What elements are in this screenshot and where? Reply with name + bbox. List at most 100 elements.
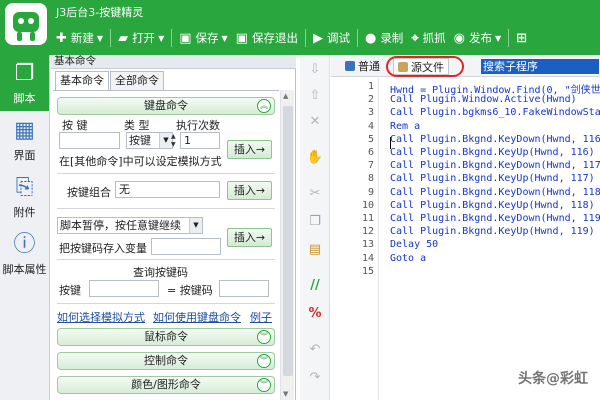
- redo-icon[interactable]: ↷: [306, 369, 324, 387]
- key-combo-input[interactable]: 无: [115, 181, 220, 198]
- code-text-area[interactable]: Hwnd = Plugin.Window.Find(0, "剑侠世界") Call…: [390, 78, 600, 400]
- color-image-commands-section[interactable]: 颜色/图形命令 ︾: [57, 376, 275, 394]
- new-button[interactable]: ✚ 新建 ▼: [52, 26, 107, 50]
- divider: [57, 208, 275, 209]
- new-label: 新建: [70, 31, 94, 45]
- save-button[interactable]: ▣ 保存 ▼: [175, 26, 231, 50]
- pause-mode-select[interactable]: 脚本暂停，按任意键继续 ▼: [57, 217, 203, 234]
- code-line[interactable]: Call Plugin.Bkgnd.KeyUp(Hwnd, 116): [390, 147, 595, 158]
- mouse-commands-section[interactable]: 鼠标命令 ︾: [57, 328, 275, 346]
- code-line[interactable]: Call Plugin.bgkms6_10.FakeWindowState(Hw…: [390, 107, 600, 118]
- line-number: 10: [361, 199, 374, 211]
- code-line[interactable]: Call Plugin.Bkgnd.KeyDown(Hwnd, 116): [390, 134, 600, 145]
- keyboard-commands-section[interactable]: 键盘命令 ︽: [57, 97, 275, 115]
- execute-count-value: 1: [184, 134, 191, 147]
- hand-icon[interactable]: ✋: [306, 149, 324, 167]
- delete-icon[interactable]: ✕: [306, 113, 324, 131]
- save-exit-button[interactable]: ▣ 保存退出: [232, 26, 302, 50]
- line-number: 5: [367, 133, 374, 145]
- divider: [57, 259, 275, 260]
- link-example[interactable]: 例子: [250, 309, 272, 325]
- uncomment-icon[interactable]: %: [306, 305, 324, 323]
- execute-count-input[interactable]: 1: [180, 132, 220, 149]
- store-variable-input[interactable]: [151, 238, 221, 255]
- cut-icon[interactable]: ✂: [306, 185, 324, 203]
- undo-icon[interactable]: ↶: [306, 341, 324, 359]
- line-number: 11: [361, 213, 374, 224]
- query-key-input[interactable]: [89, 280, 159, 297]
- code-line[interactable]: Call Plugin.Bkgnd.KeyDown(Hwnd, 117): [390, 160, 600, 171]
- code-line[interactable]: Rem a: [390, 121, 420, 132]
- spinner-up-icon[interactable]: ▲: [171, 133, 176, 140]
- nav-item-ui[interactable]: ▦ 界面: [0, 112, 49, 168]
- insert-pause-button[interactable]: 插入→: [227, 228, 272, 247]
- scroll-up-icon[interactable]: ▲: [283, 92, 288, 100]
- folder-icon: ▰: [118, 30, 129, 46]
- paste-icon[interactable]: ▤: [306, 241, 324, 259]
- panel-header: 基本命令: [51, 55, 296, 69]
- toolbar-divider: [110, 29, 112, 47]
- play-circle-icon: ▶: [312, 30, 323, 46]
- capture-button[interactable]: ⌖ 抓抓: [407, 26, 449, 50]
- link-simulation-mode[interactable]: 如何选择模拟方式: [57, 309, 145, 325]
- comment-icon[interactable]: //: [306, 277, 324, 295]
- nav-item-attachment[interactable]: ⎘ 附件: [0, 169, 49, 225]
- tab-all-commands[interactable]: 全部命令: [110, 71, 164, 90]
- record-button[interactable]: ● 录制: [361, 26, 407, 50]
- code-line[interactable]: Call Plugin.Bkgnd.KeyUp(Hwnd, 118): [390, 200, 595, 211]
- link-keyboard-usage[interactable]: 如何使用键盘命令: [153, 309, 241, 325]
- code-line[interactable]: Call Plugin.Window.Active(Hwnd): [390, 94, 577, 105]
- divider: [57, 173, 275, 174]
- line-number: 6: [367, 147, 374, 158]
- source-file-icon: [398, 62, 408, 72]
- capture-icon: ⌖: [411, 30, 419, 46]
- line-number: 13: [361, 239, 374, 251]
- toolbar-divider: [171, 29, 173, 47]
- window-title: J3后台3-按键精灵: [56, 6, 144, 19]
- publish-label: 发布: [468, 31, 492, 45]
- more-plus-button[interactable]: ⊞: [512, 26, 535, 50]
- watermark: 头条@彩虹: [518, 371, 588, 387]
- attachment-icon: ⎘: [15, 175, 34, 200]
- debug-label: 调试: [326, 31, 350, 45]
- tab-basic-commands[interactable]: 基本命令: [55, 71, 109, 90]
- save-disk-icon: ▣: [179, 30, 192, 46]
- chevron-down-icon: ︾: [257, 330, 271, 344]
- tab-normal-view[interactable]: 普通: [345, 58, 380, 75]
- code-line[interactable]: Call Plugin.Bkgnd.KeyDown(Hwnd, 118): [390, 187, 600, 198]
- code-line[interactable]: Goto a: [390, 253, 426, 264]
- code-line[interactable]: Call Plugin.Bkgnd.KeyDown(Hwnd, 119): [390, 213, 600, 224]
- line-number: 2: [367, 94, 374, 106]
- key-input[interactable]: [59, 132, 120, 149]
- move-up-icon[interactable]: ⇧: [306, 87, 324, 105]
- panel-scrollbar[interactable]: ▲ ▼: [280, 90, 294, 400]
- key-combo-label: 按键组合: [67, 186, 111, 199]
- insert-combo-button[interactable]: 插入→: [227, 181, 272, 200]
- nav-item-script[interactable]: ❐ 脚本: [0, 55, 49, 111]
- line-number: 14: [361, 252, 374, 264]
- key-type-select[interactable]: 按键 ▼: [126, 132, 173, 149]
- tab-source-file[interactable]: 源文件: [393, 58, 449, 75]
- chevron-up-icon: ︽: [257, 99, 271, 113]
- normal-view-icon: [345, 61, 355, 71]
- query-code-input[interactable]: [219, 280, 269, 297]
- scroll-down-icon[interactable]: ▼: [283, 390, 288, 398]
- copy-icon[interactable]: ❐: [306, 213, 324, 231]
- code-line[interactable]: Call Plugin.Bkgnd.KeyUp(Hwnd, 119): [390, 226, 595, 237]
- section-title: 控制命令: [144, 354, 188, 367]
- code-line[interactable]: Call Plugin.Bkgnd.KeyUp(Hwnd, 117): [390, 173, 595, 184]
- move-down-icon[interactable]: ⇩: [306, 61, 324, 79]
- spinner-down-icon[interactable]: ▼: [171, 141, 176, 148]
- line-number-gutter: 1 2 3 4 5 6 7 8 9 10 11 12 13 14 15: [331, 78, 379, 400]
- debug-button[interactable]: ▶ 调试: [309, 26, 354, 50]
- command-tab-body: 键盘命令 ︽ 按 键 类 型 执行次数 按键 ▼ 1 ▲ ▼ 在[其他命令]中可…: [53, 90, 279, 400]
- control-commands-section[interactable]: 控制命令 ︾: [57, 352, 275, 370]
- nav-item-script-properties[interactable]: ⓘ 脚本属性: [0, 226, 49, 282]
- chevron-down-icon: ︾: [257, 354, 271, 368]
- code-line[interactable]: Delay 50: [390, 239, 438, 250]
- scrollbar-thumb[interactable]: [283, 106, 293, 376]
- subroutine-search-input[interactable]: 搜索子程序: [481, 59, 599, 74]
- insert-key-button[interactable]: 插入→: [227, 140, 272, 159]
- publish-button[interactable]: ◉ 发布 ▼: [450, 26, 506, 50]
- open-button[interactable]: ▰ 打开 ▼: [114, 26, 168, 50]
